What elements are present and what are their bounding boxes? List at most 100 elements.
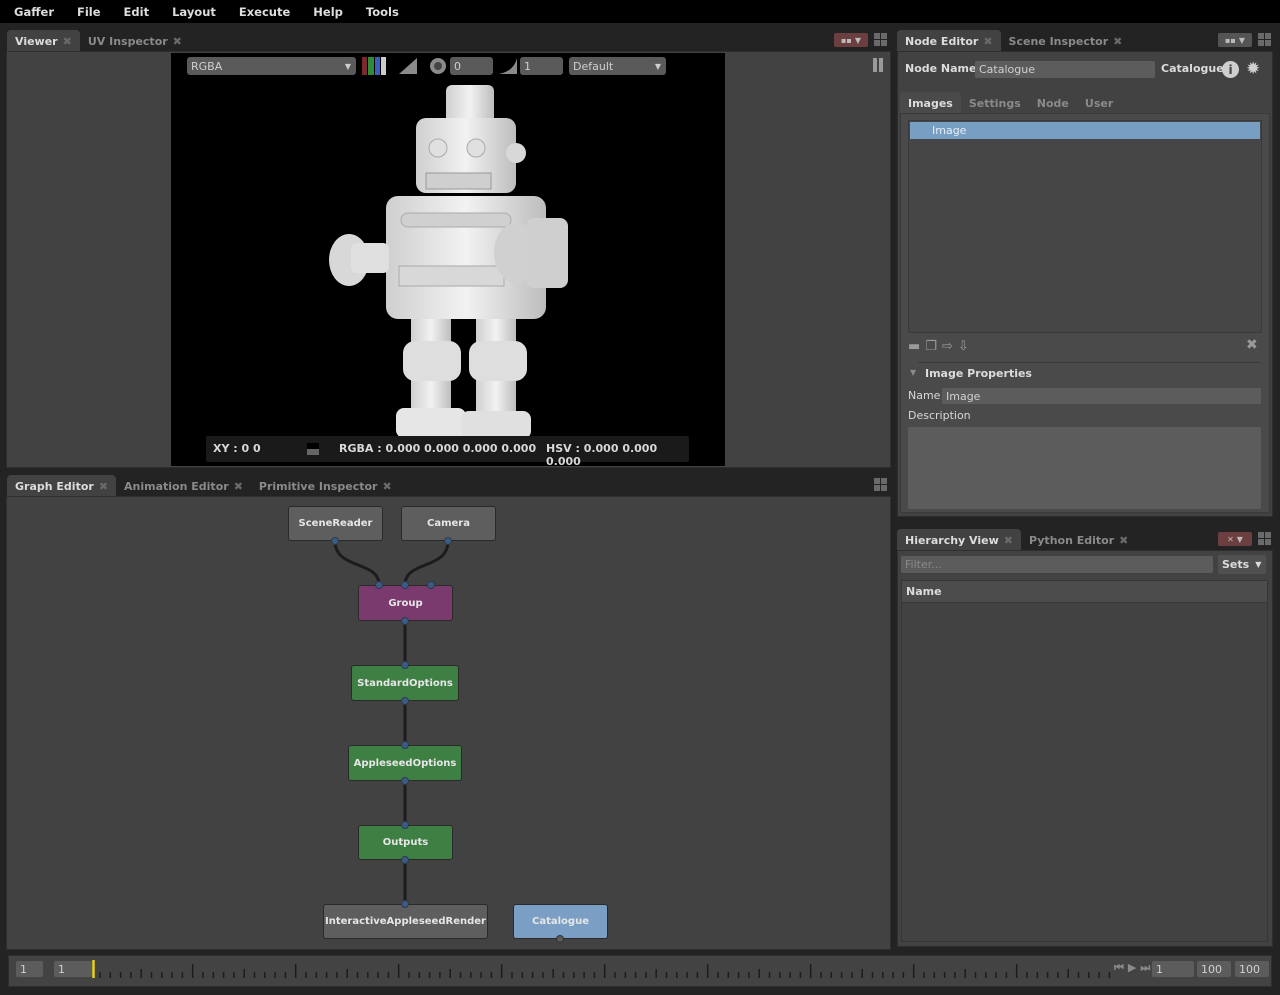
sets-label: Sets — [1222, 558, 1250, 571]
tab-scene-inspector[interactable]: Scene Inspector ✖ — [1001, 30, 1131, 52]
plug-out[interactable] — [444, 537, 452, 545]
node-type-label: Catalogue — [1161, 62, 1224, 75]
start-frame-value: 1 — [20, 962, 27, 976]
images-list[interactable]: Image — [908, 120, 1262, 333]
node-name-value: Catalogue — [979, 63, 1035, 76]
collapse-triangle-icon[interactable]: ▼ — [910, 368, 916, 377]
plug-out[interactable] — [401, 777, 409, 785]
layout-menu-button[interactable]: ✕ ▼ — [1218, 532, 1252, 546]
skip-end-icon[interactable]: ⏭ — [1140, 961, 1150, 975]
tab-label: Python Editor — [1029, 533, 1115, 547]
connection[interactable] — [333, 540, 381, 586]
node-name-input[interactable]: Catalogue — [975, 61, 1155, 78]
node-outputs[interactable]: Outputs — [358, 825, 453, 860]
plug-in[interactable] — [401, 821, 409, 829]
image-name: Image — [932, 124, 967, 137]
node-group[interactable]: Group — [358, 585, 453, 621]
image-name-input[interactable]: Image — [942, 388, 1261, 404]
layout-icon: ▪▪ — [1225, 35, 1236, 45]
current-frame-field[interactable]: 1 — [1152, 961, 1194, 977]
node-label: Group — [388, 597, 423, 609]
plug-out[interactable] — [401, 697, 409, 705]
node-standardoptions[interactable]: StandardOptions — [351, 665, 459, 701]
range-end-field[interactable]: 100 — [1197, 961, 1231, 977]
tab-node-editor[interactable]: Node Editor ✖ — [897, 30, 1001, 52]
node-interactiveappleseedrender[interactable]: InteractiveAppleseedRender — [323, 904, 488, 939]
sets-dropdown[interactable]: Sets ▼ — [1218, 555, 1266, 574]
remove-icon[interactable]: ✖ — [1246, 337, 1258, 353]
split-panel-icon[interactable] — [1258, 532, 1271, 545]
tab-label: Settings — [968, 96, 1021, 110]
plug-out[interactable] — [331, 537, 339, 545]
plug-in[interactable] — [401, 661, 409, 669]
tab-label: Images — [908, 96, 953, 110]
tab-label: Scene Inspector — [1008, 34, 1109, 48]
tab-hierarchy-view[interactable]: Hierarchy View ✖ — [897, 529, 1021, 551]
plug-in[interactable] — [401, 581, 409, 589]
plug-in[interactable] — [401, 900, 409, 908]
node-appleseedoptions[interactable]: AppleseedOptions — [348, 745, 462, 781]
list-item[interactable]: Image — [910, 122, 1260, 139]
column-header-label: Name — [906, 585, 942, 598]
subtab-user[interactable]: User — [1077, 92, 1121, 114]
plug-out[interactable] — [401, 856, 409, 864]
chevron-down-icon: ▼ — [1255, 560, 1262, 569]
images-toolbar: ▬ ❐ ⇨ ⇩ — [908, 339, 969, 354]
tab-python-editor[interactable]: Python Editor ✖ — [1021, 529, 1136, 551]
connection[interactable] — [403, 540, 450, 586]
gear-icon[interactable]: ✹ — [1246, 59, 1260, 79]
plug-in[interactable] — [427, 581, 435, 589]
node-name-label: Node Name — [905, 62, 977, 75]
subtab-node[interactable]: Node — [1029, 92, 1077, 114]
frame-slider[interactable] — [92, 958, 1112, 980]
start-frame-field[interactable]: 1 — [16, 961, 43, 977]
range-end-value: 100 — [1201, 962, 1222, 976]
playback-controls: ⏮ ▶ ⏭ — [1114, 961, 1150, 975]
filter-placeholder: Filter... — [905, 558, 942, 571]
play-icon[interactable]: ▶ — [1128, 961, 1136, 975]
description-input[interactable] — [908, 427, 1261, 509]
name-label: Name — [908, 389, 941, 402]
split-panel-icon[interactable] — [1258, 33, 1271, 46]
close-icon[interactable]: ✖ — [983, 35, 992, 48]
plug-in[interactable] — [401, 741, 409, 749]
export-icon[interactable]: ⇨ — [942, 339, 953, 354]
node-catalogue[interactable]: Catalogue — [513, 904, 608, 939]
close-icon[interactable]: ✖ — [1113, 35, 1122, 48]
duplicate-icon[interactable]: ❐ — [925, 339, 937, 354]
folder-icon[interactable]: ▬ — [908, 339, 920, 354]
node-label: AppleseedOptions — [353, 757, 457, 769]
column-header-name[interactable]: Name — [902, 581, 1267, 603]
node-camera[interactable]: Camera — [401, 506, 496, 541]
range-start-field[interactable]: 1 — [54, 961, 92, 977]
close-icon[interactable]: ✖ — [1119, 534, 1128, 547]
close-icon[interactable]: ✖ — [1004, 534, 1013, 547]
end-frame-value: 100 — [1239, 962, 1260, 976]
plug-out[interactable] — [401, 617, 409, 625]
tab-label: Hierarchy View — [905, 533, 999, 547]
graph-connections — [333, 540, 450, 904]
section-title[interactable]: Image Properties — [925, 367, 1032, 380]
plug-out[interactable] — [556, 935, 564, 943]
subtab-settings[interactable]: Settings — [961, 92, 1029, 114]
tab-label: User — [1084, 96, 1114, 110]
extract-icon[interactable]: ⇩ — [958, 339, 969, 354]
node-label: SceneReader — [298, 518, 373, 529]
tab-label: Node — [1036, 96, 1069, 110]
hierarchy-tree[interactable]: Name — [901, 580, 1268, 942]
plug-in[interactable] — [375, 581, 383, 589]
image-name-value: Image — [946, 389, 981, 403]
node-label: Catalogue — [532, 916, 589, 927]
filter-input[interactable]: Filter... — [901, 556, 1213, 573]
info-icon[interactable]: i — [1222, 61, 1239, 78]
layout-menu-button[interactable]: ▪▪ ▼ — [1218, 33, 1252, 47]
node-label: StandardOptions — [357, 677, 453, 689]
node-label: Camera — [427, 518, 470, 529]
node-scenereader[interactable]: SceneReader — [288, 506, 383, 541]
end-frame-field[interactable]: 100 — [1235, 961, 1269, 977]
skip-start-icon[interactable]: ⏮ — [1114, 961, 1124, 975]
subtab-images[interactable]: Images — [900, 92, 961, 114]
chevron-down-icon: ▼ — [1238, 35, 1245, 45]
divider — [918, 362, 1261, 363]
hierarchy-tabbar: Hierarchy View ✖ Python Editor ✖ — [897, 527, 1136, 551]
